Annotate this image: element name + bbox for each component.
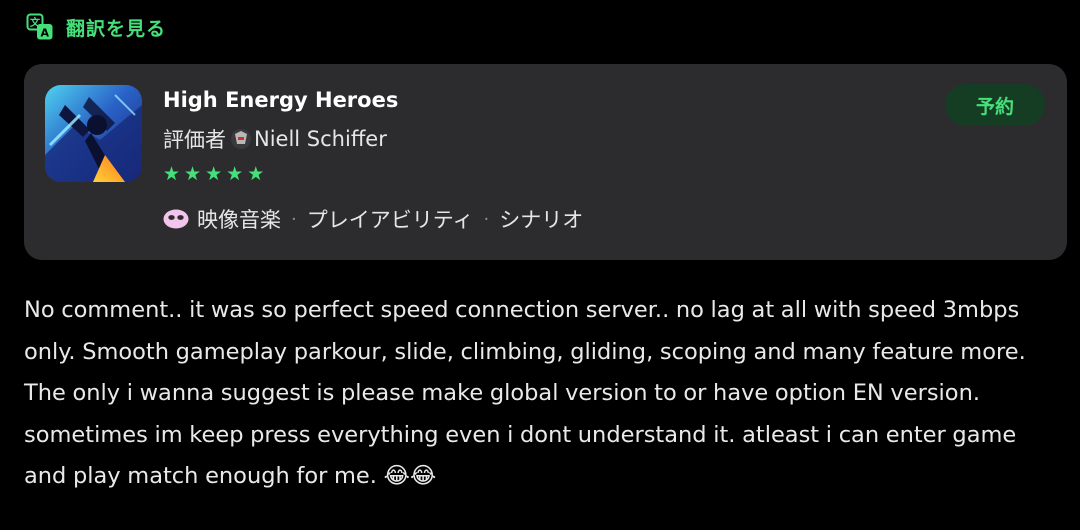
star-icon: ★ [247, 163, 265, 185]
reviewer-row: 評価者 Niell Schiffer [163, 124, 387, 154]
translate-link[interactable]: 文 A 翻訳を見る [26, 12, 166, 42]
game-app-icon[interactable] [45, 85, 142, 182]
tags-row: 映像音楽 · プレイアビリティ · シナリオ [163, 204, 583, 234]
tag-separator: · [291, 208, 297, 230]
reaction-icon [163, 209, 189, 229]
tag-separator: · [483, 208, 490, 230]
tag-label: 映像音楽 [197, 208, 281, 232]
review-body: No comment.. it was so perfect speed con… [24, 297, 1026, 489]
reviewer-name: Niell Schiffer [254, 127, 387, 151]
tag-label: シナリオ [499, 208, 584, 232]
reviewer-avatar-icon [231, 129, 251, 149]
star-icon: ★ [163, 163, 181, 185]
star-icon: ★ [205, 163, 223, 185]
svg-text:A: A [40, 27, 49, 40]
review-card: High Energy Heroes 評価者 Niell Schiffer ★ … [24, 64, 1067, 260]
star-rating: ★ ★ ★ ★ ★ [163, 164, 264, 184]
reviewer-prefix: 評価者 [163, 128, 226, 152]
translate-label: 翻訳を見る [66, 17, 167, 40]
reserve-button[interactable]: 予約 [945, 84, 1045, 126]
star-icon: ★ [184, 163, 202, 185]
game-title[interactable]: High Energy Heroes [163, 88, 398, 112]
star-icon: ★ [226, 163, 244, 185]
tag-label: プレイアビリティ [306, 208, 474, 232]
translate-icon: 文 A [26, 13, 53, 40]
